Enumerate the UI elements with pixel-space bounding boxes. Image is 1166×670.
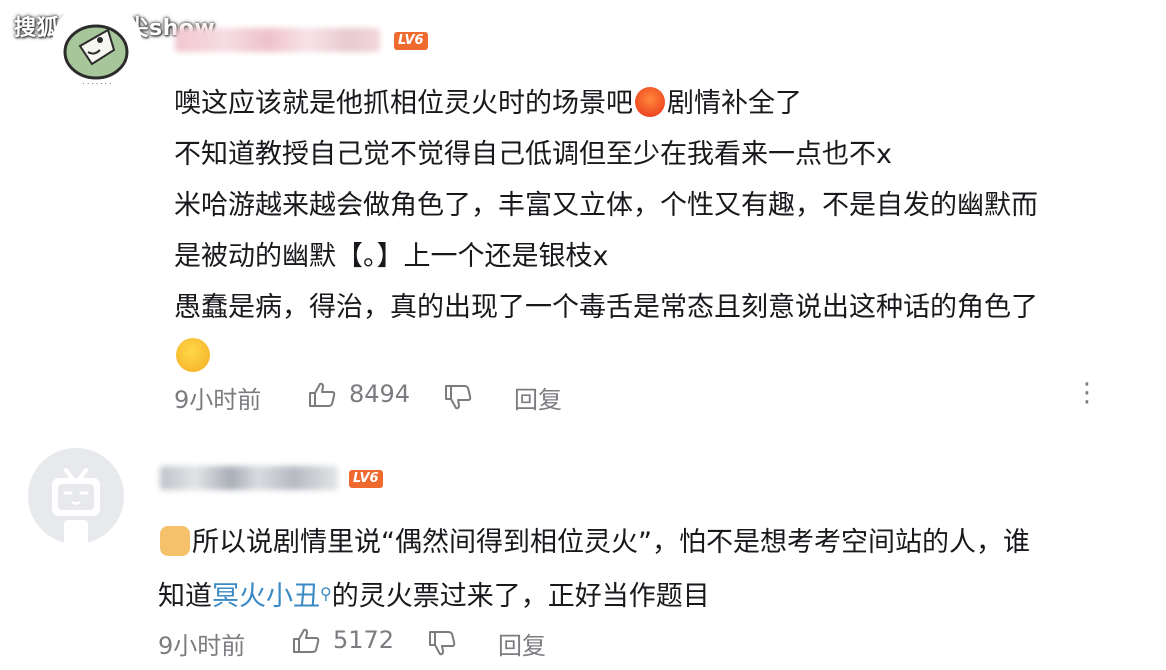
comment-content: 所以说剧情里说“偶然间得到相位灵火”，怕不是想考考空间站的人，谁 知道冥火小丑⚲… (158, 517, 1133, 622)
like-count: 5172 (333, 626, 395, 654)
comment-text: 是被动的幽默【。】上一个还是银枝x (174, 241, 609, 272)
comment-text: 米哈游越来越会做角色了，丰富又立体，个性又有趣，不是自发的幽默而 (174, 190, 1038, 221)
comment-text: 的灵火票过来了，正好当作题目 (331, 581, 710, 612)
search-icon[interactable]: ⚲ (320, 584, 332, 603)
svg-text:· · · · · · ·: · · · · · · · (83, 80, 112, 88)
reply-button[interactable]: 回复 (498, 626, 546, 661)
thumbs-down-icon[interactable] (444, 384, 472, 410)
comment-content: 噢这应该就是他抓相位灵火时的场景吧 剧情补全了 不知道教授自己觉不觉得自己低调但至… (174, 78, 1149, 384)
comment-text: 愚蠢是病，得治，真的出现了一个毒舌是常态且刻意说出这种话的角色了 (174, 292, 1038, 323)
comment-text: 噢这应该就是他抓相位灵火时的场景吧 (174, 88, 633, 119)
comment-text: 所以说剧情里说“偶然间得到相位灵火”，怕不是想考考空间站的人，谁 (192, 527, 1030, 558)
username[interactable] (175, 28, 380, 52)
avatar[interactable]: · · · · · · · (52, 0, 142, 90)
cat-face-emoji (160, 526, 190, 556)
comment-text: 不知道教授自己觉不觉得自己低调但至少在我看来一点也不x (174, 139, 892, 170)
reply-button[interactable]: 回复 (514, 380, 562, 415)
avatar[interactable] (28, 448, 124, 544)
timestamp: 9小时前 (158, 632, 246, 660)
search-link[interactable]: 冥火小丑 (212, 581, 320, 612)
thumbs-up-icon[interactable] (292, 628, 320, 654)
angry-face-emoji (635, 87, 665, 117)
thumbs-down-icon[interactable] (428, 630, 456, 656)
comment-text: 知道 (158, 581, 212, 612)
level-badge: LV6 (349, 470, 383, 488)
username[interactable] (160, 466, 338, 490)
crying-laughing-emoji (176, 338, 210, 372)
thumbs-up-icon[interactable] (308, 382, 336, 408)
timestamp: 9小时前 (174, 386, 262, 414)
level-badge: LV6 (394, 32, 428, 50)
like-count: 8494 (349, 380, 411, 408)
more-options-icon[interactable]: ⋮ (1074, 378, 1100, 408)
comment-text: 剧情补全了 (667, 88, 802, 119)
